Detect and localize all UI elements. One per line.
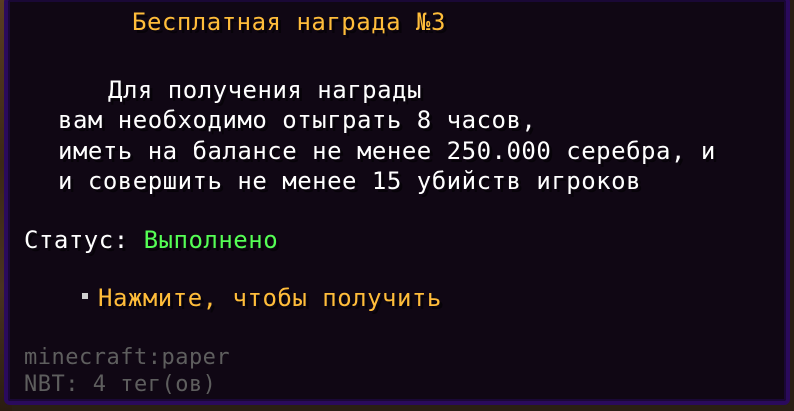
nbt-info: NBT: 4 тег(ов) [24, 372, 217, 397]
description-line: иметь на балансе не менее 250.000 серебр… [58, 137, 716, 165]
status-label: Статус: [24, 226, 144, 254]
claim-reward-label: Нажмите, чтобы получить [98, 284, 442, 312]
claim-reward-hint[interactable]: Нажмите, чтобы получить [82, 284, 442, 312]
item-id: minecraft:paper [24, 345, 231, 370]
description-line: Для получения награды [108, 76, 422, 104]
tooltip-title: Бесплатная награда №3 [132, 8, 446, 36]
status-line: Статус: Выполнено [24, 226, 278, 254]
status-value: Выполнено [143, 226, 279, 254]
description-line: и совершить не менее 15 убийств игроков [58, 167, 642, 195]
bullet-icon [82, 293, 88, 299]
item-tooltip: Бесплатная награда №3 Для получения нагр… [4, 0, 790, 405]
description-line: вам необходимо отыграть 8 часов, [58, 106, 537, 134]
